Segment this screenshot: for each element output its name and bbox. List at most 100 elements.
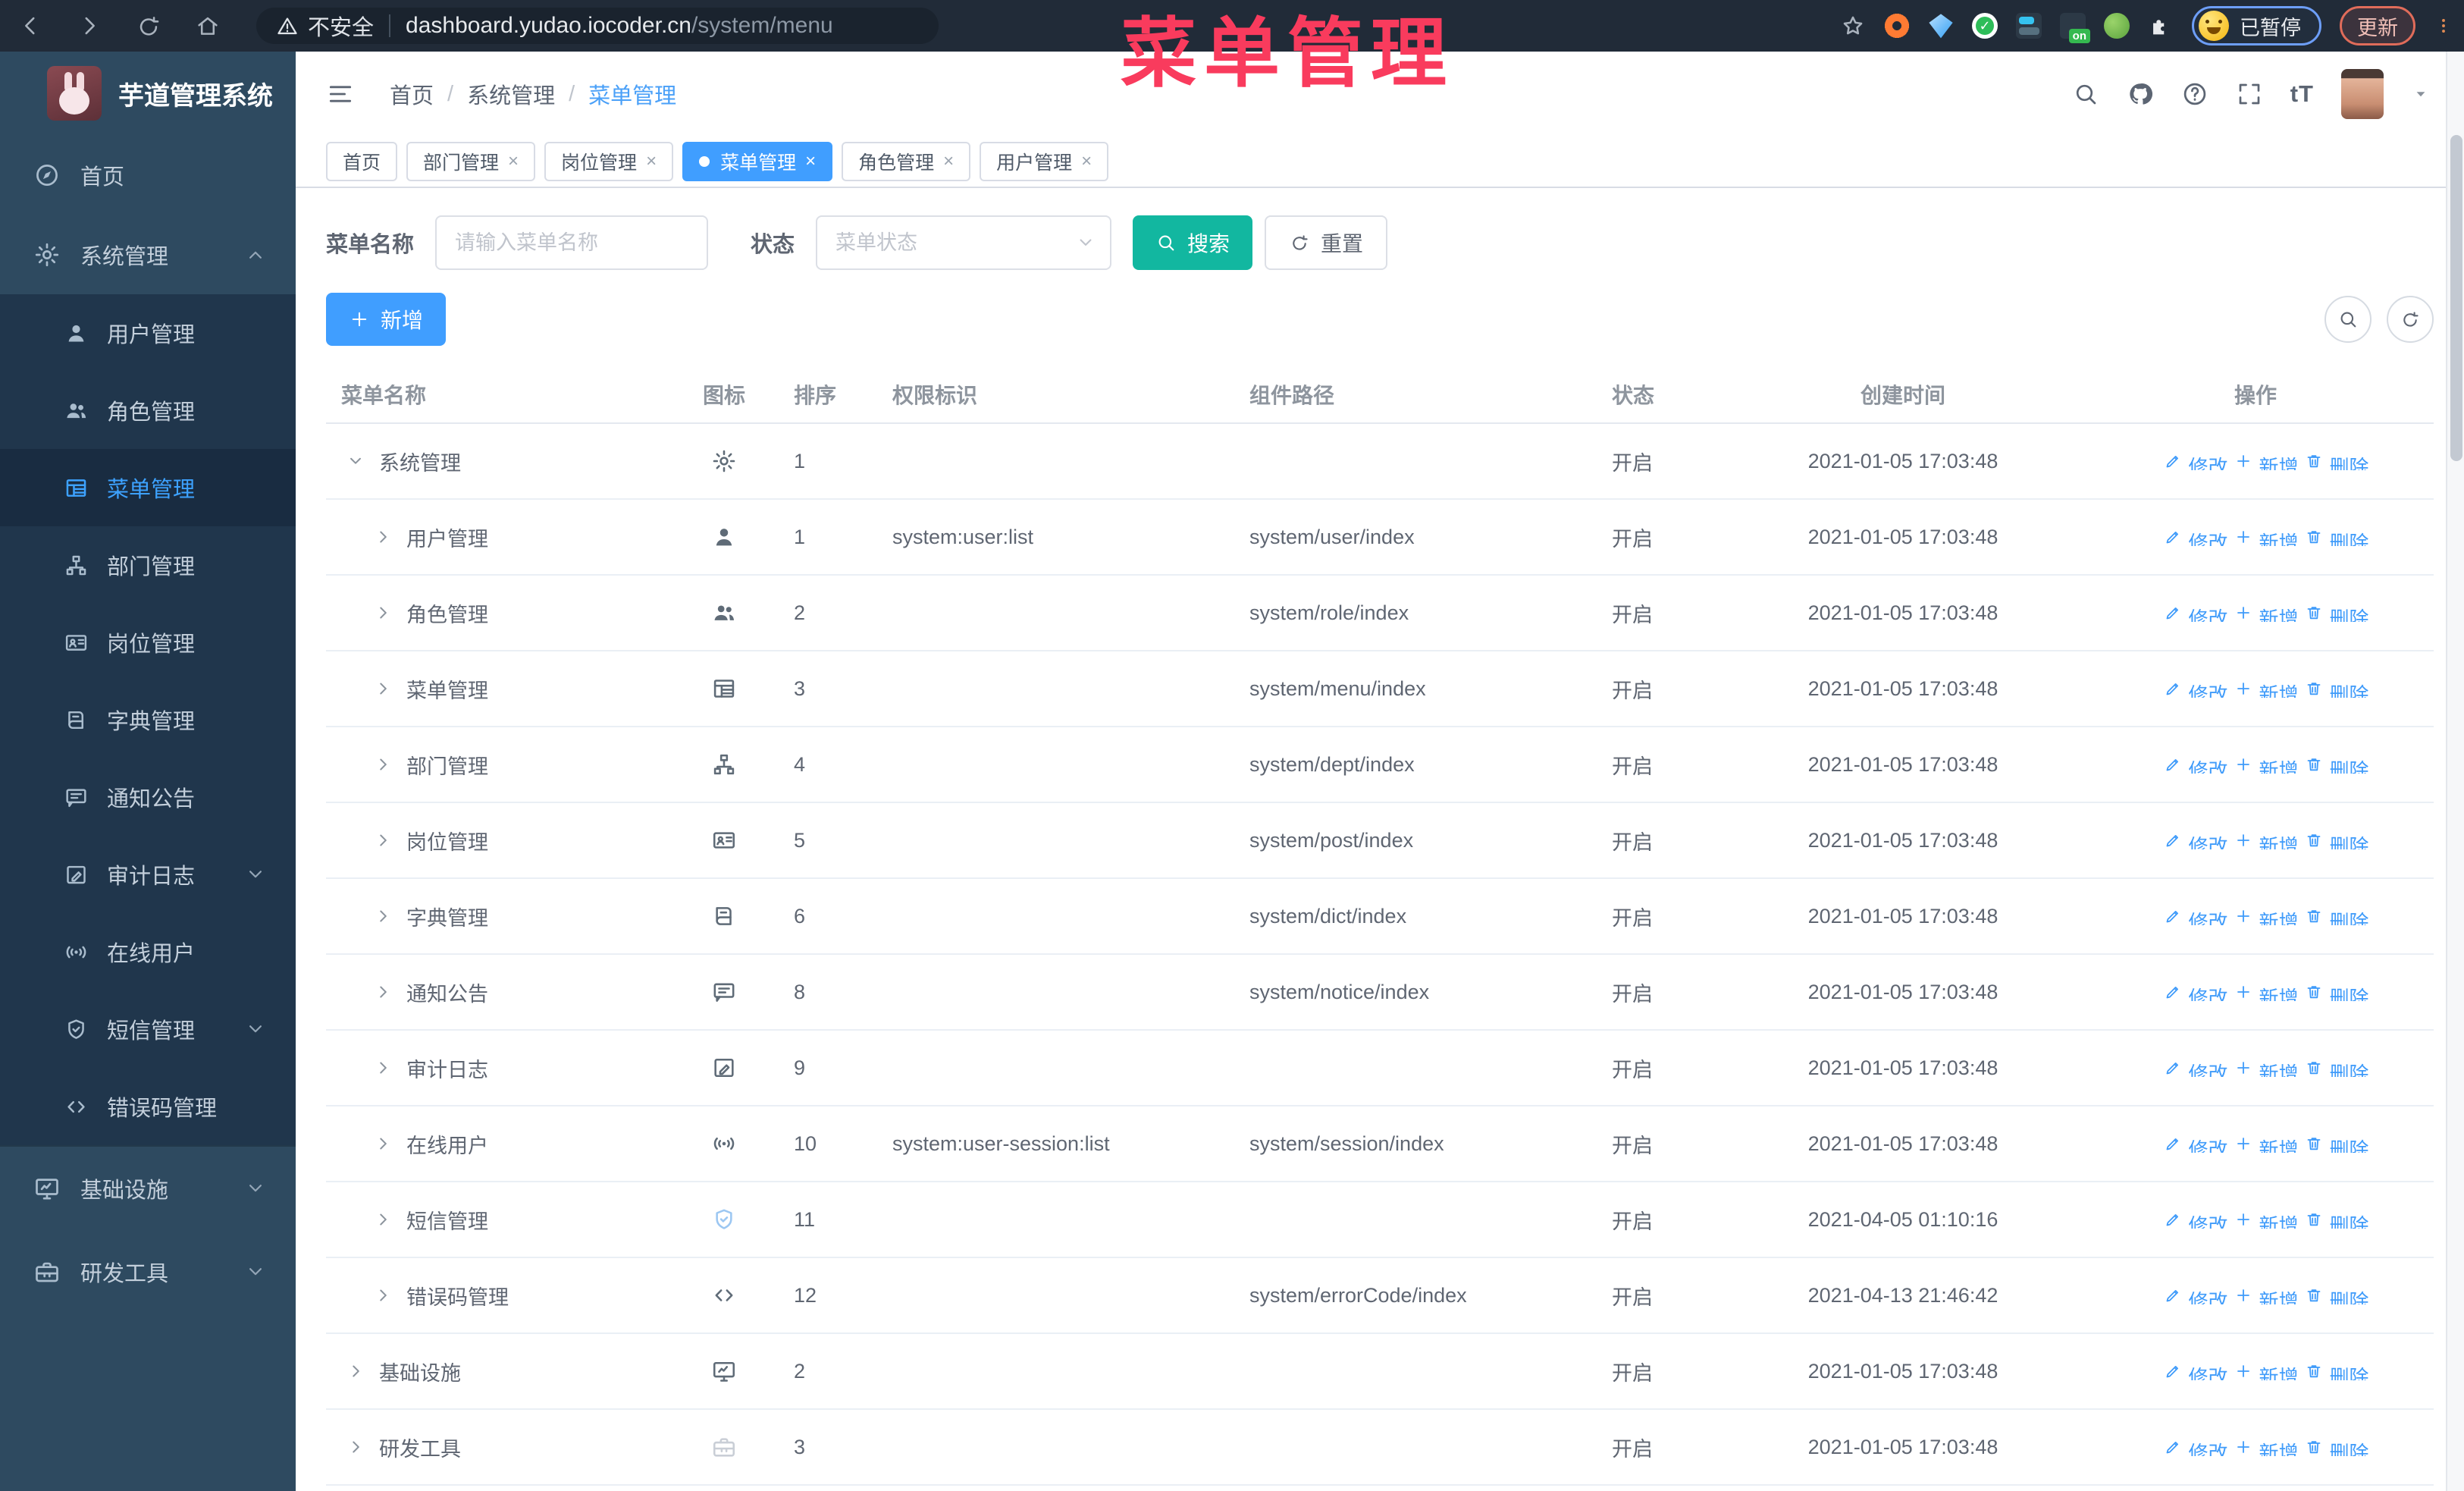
- delete-link[interactable]: 删除: [2305, 528, 2369, 546]
- edit-link[interactable]: 修改: [2164, 983, 2228, 1001]
- add-link[interactable]: 新增: [2234, 1210, 2299, 1229]
- edit-link[interactable]: 修改: [2164, 907, 2228, 925]
- status-select[interactable]: [816, 215, 1112, 270]
- delete-link[interactable]: 删除: [2305, 831, 2369, 849]
- expand-row-icon[interactable]: [373, 1058, 393, 1078]
- edit-link[interactable]: 修改: [2164, 452, 2228, 470]
- extension-toggle-icon[interactable]: [2016, 13, 2042, 39]
- extension-on-badge-icon[interactable]: on: [2060, 13, 2090, 43]
- add-link[interactable]: 新增: [2234, 755, 2299, 774]
- browser-update-button[interactable]: 更新: [2340, 6, 2415, 46]
- close-icon[interactable]: ×: [508, 152, 519, 171]
- expand-row-icon[interactable]: [346, 1361, 365, 1381]
- add-link[interactable]: 新增: [2234, 983, 2299, 1001]
- sidebar-item-shield[interactable]: 短信管理: [0, 990, 296, 1068]
- add-link[interactable]: 新增: [2234, 831, 2299, 849]
- avatar-caret-down-icon[interactable]: [2411, 84, 2431, 104]
- add-link[interactable]: 新增: [2234, 680, 2299, 698]
- expand-row-icon[interactable]: [373, 830, 393, 850]
- delete-link[interactable]: 删除: [2305, 604, 2369, 622]
- sidebar-item-monitor[interactable]: 基础设施: [0, 1147, 296, 1230]
- expand-row-icon[interactable]: [373, 527, 393, 547]
- browser-profile-button[interactable]: 已暂停: [2192, 6, 2321, 46]
- collapse-sidebar-button[interactable]: [326, 80, 355, 108]
- delete-link[interactable]: 删除: [2305, 1210, 2369, 1229]
- delete-link[interactable]: 删除: [2305, 680, 2369, 698]
- edit-link[interactable]: 修改: [2164, 604, 2228, 622]
- edit-link[interactable]: 修改: [2164, 1210, 2228, 1229]
- close-icon[interactable]: ×: [1081, 152, 1092, 171]
- expand-row-icon[interactable]: [373, 755, 393, 774]
- tab-用户管理[interactable]: 用户管理 ×: [980, 142, 1109, 181]
- edit-link[interactable]: 修改: [2164, 528, 2228, 546]
- add-button[interactable]: 新增: [326, 293, 447, 346]
- delete-link[interactable]: 删除: [2305, 1059, 2369, 1077]
- add-link[interactable]: 新增: [2234, 528, 2299, 546]
- menu-name-input[interactable]: [435, 215, 709, 270]
- browser-reload-button[interactable]: [130, 8, 167, 44]
- add-link[interactable]: 新增: [2234, 452, 2299, 470]
- fullscreen-icon[interactable]: [2236, 80, 2263, 108]
- add-link[interactable]: 新增: [2234, 604, 2299, 622]
- edit-link[interactable]: 修改: [2164, 1286, 2228, 1304]
- sidebar-item-message[interactable]: 通知公告: [0, 758, 296, 836]
- browser-menu-icon[interactable]: [2434, 16, 2453, 36]
- expand-row-icon[interactable]: [373, 1210, 393, 1229]
- expand-row-icon[interactable]: [373, 603, 393, 623]
- expand-row-icon[interactable]: [373, 1134, 393, 1154]
- sidebar-item-user[interactable]: 用户管理: [0, 294, 296, 372]
- sidebar-item-tree[interactable]: 部门管理: [0, 526, 296, 604]
- delete-link[interactable]: 删除: [2305, 452, 2369, 470]
- app-logo[interactable]: 芋道管理系统: [0, 52, 296, 135]
- browser-home-button[interactable]: [190, 8, 226, 44]
- sidebar-item-gear[interactable]: 系统管理: [0, 215, 296, 294]
- scrollbar-thumb[interactable]: [2450, 135, 2462, 461]
- sidebar-item-users[interactable]: 角色管理: [0, 372, 296, 449]
- extension-orange-icon[interactable]: [1884, 13, 1910, 39]
- delete-link[interactable]: 删除: [2305, 1362, 2369, 1380]
- edit-link[interactable]: 修改: [2164, 1438, 2228, 1456]
- delete-link[interactable]: 删除: [2305, 1135, 2369, 1153]
- delete-link[interactable]: 删除: [2305, 755, 2369, 774]
- edit-link[interactable]: 修改: [2164, 1059, 2228, 1077]
- close-icon[interactable]: ×: [943, 152, 954, 171]
- sidebar-item-edit[interactable]: 审计日志: [0, 836, 296, 913]
- toggle-search-button[interactable]: [2324, 296, 2372, 343]
- close-icon[interactable]: ×: [646, 152, 657, 171]
- sidebar-item-code[interactable]: 错误码管理: [0, 1068, 296, 1145]
- bookmark-star-icon[interactable]: [1840, 13, 1866, 39]
- expand-row-icon[interactable]: [373, 906, 393, 926]
- add-link[interactable]: 新增: [2234, 1438, 2299, 1456]
- sidebar-item-book[interactable]: 字典管理: [0, 681, 296, 758]
- scrollbar-track[interactable]: [2446, 52, 2464, 1491]
- help-icon[interactable]: [2181, 80, 2209, 108]
- refresh-table-button[interactable]: [2387, 296, 2434, 343]
- reset-button[interactable]: 重置: [1265, 215, 1388, 270]
- edit-link[interactable]: 修改: [2164, 1135, 2228, 1153]
- search-button[interactable]: 搜索: [1133, 215, 1253, 270]
- add-link[interactable]: 新增: [2234, 1059, 2299, 1077]
- tab-首页[interactable]: 首页: [326, 142, 398, 181]
- browser-forward-button[interactable]: [71, 8, 108, 44]
- font-size-icon[interactable]: tT: [2290, 80, 2314, 108]
- expand-row-icon[interactable]: [373, 1285, 393, 1305]
- edit-link[interactable]: 修改: [2164, 680, 2228, 698]
- close-icon[interactable]: ×: [805, 152, 816, 171]
- delete-link[interactable]: 删除: [2305, 1286, 2369, 1304]
- browser-back-button[interactable]: [12, 8, 49, 44]
- edit-link[interactable]: 修改: [2164, 755, 2228, 774]
- delete-link[interactable]: 删除: [2305, 907, 2369, 925]
- add-link[interactable]: 新增: [2234, 1135, 2299, 1153]
- tab-菜单管理[interactable]: 菜单管理 ×: [682, 142, 833, 181]
- edit-link[interactable]: 修改: [2164, 1362, 2228, 1380]
- user-avatar[interactable]: [2341, 69, 2384, 119]
- sidebar-item-table[interactable]: 菜单管理: [0, 449, 296, 526]
- extension-gem-icon[interactable]: [1929, 14, 1953, 39]
- edit-link[interactable]: 修改: [2164, 831, 2228, 849]
- tab-角色管理[interactable]: 角色管理 ×: [842, 142, 971, 181]
- tab-岗位管理[interactable]: 岗位管理 ×: [544, 142, 674, 181]
- add-link[interactable]: 新增: [2234, 1286, 2299, 1304]
- search-icon[interactable]: [2072, 80, 2099, 108]
- address-bar[interactable]: 不安全 dashboard.yudao.iocoder.cn/system/me…: [256, 8, 939, 44]
- github-icon[interactable]: [2127, 80, 2154, 108]
